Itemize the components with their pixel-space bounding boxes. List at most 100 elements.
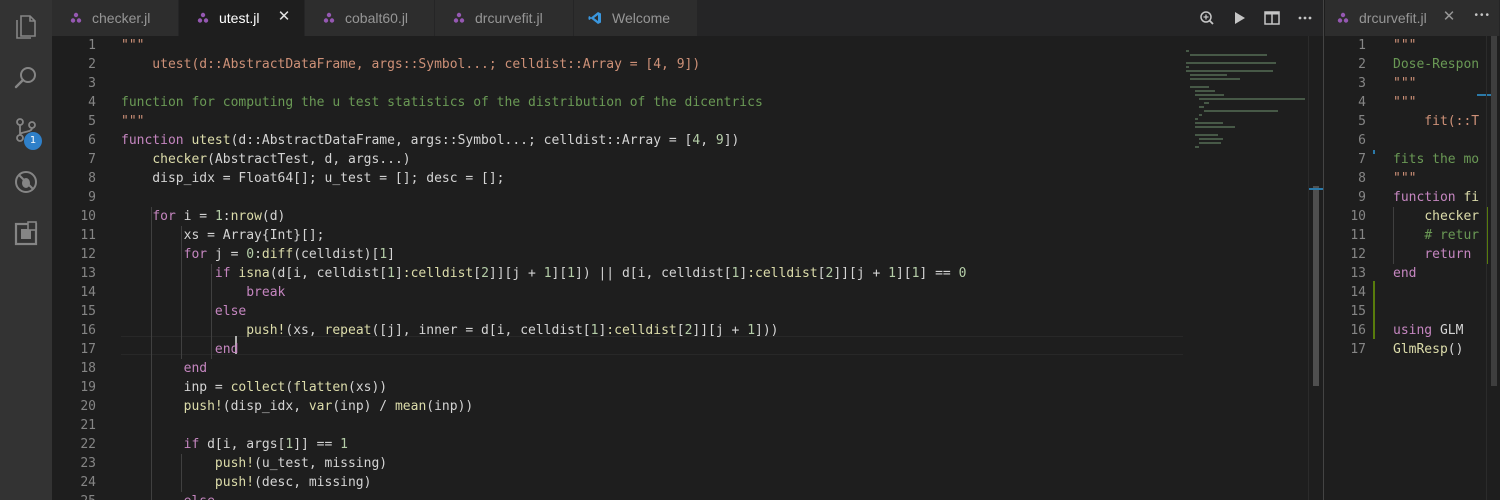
code-token: mean — [394, 399, 427, 414]
line-number: 25 — [52, 492, 96, 500]
code-token: ] — [387, 247, 395, 262]
tab-drcurvefit-side[interactable]: drcurvefit.jl ✕ ••• — [1325, 0, 1500, 36]
added-lines-marker — [1373, 281, 1375, 339]
line-number: 8 — [1325, 169, 1366, 188]
code-token: (celldist)[ — [293, 247, 380, 262]
code-token: ]) || d[i, celldist[ — [575, 266, 732, 281]
code-token: inp = — [121, 380, 231, 395]
code-token: # retur — [1424, 228, 1480, 243]
line-number-text: 15 — [1350, 304, 1366, 319]
code-token: Dose-Respon — [1393, 57, 1480, 72]
code-token: end — [214, 342, 239, 357]
minimap-line — [1194, 134, 1218, 136]
main-editor[interactable]: 1234567891011121314151617181920212223242… — [52, 36, 1324, 500]
run-icon[interactable] — [1222, 0, 1255, 36]
more-actions-icon[interactable] — [1288, 0, 1321, 36]
side-tab-bar: drcurvefit.jl ✕ ••• — [1325, 0, 1500, 36]
line-number-text: 1 — [88, 38, 96, 53]
close-icon[interactable]: ✕ — [276, 9, 292, 25]
code-token: 2 — [481, 266, 489, 281]
tab-cobalt60[interactable]: cobalt60.jl — [305, 0, 435, 36]
scrollbar-thumb[interactable] — [1491, 36, 1497, 386]
vertical-scrollbar[interactable] — [1486, 36, 1500, 500]
code-token: """ — [1393, 76, 1417, 91]
line-number: 1 — [52, 36, 96, 55]
minimap-line — [1194, 94, 1225, 96]
minimap-line — [1199, 138, 1224, 140]
code-area[interactable]: """ utest(d::AbstractDataFrame, args::Sy… — [121, 36, 1231, 500]
line-number: 11 — [1325, 226, 1366, 245]
line-number: 5 — [52, 112, 96, 131]
code-token: (d[i, celldist[ — [269, 266, 388, 281]
line-number: 13 — [1325, 264, 1366, 283]
line-number-text: 23 — [80, 456, 96, 471]
code-token: function — [121, 133, 192, 148]
search-icon[interactable] — [0, 52, 52, 104]
close-icon[interactable]: ✕ — [1441, 9, 1457, 25]
code-token: ]][j + — [692, 323, 748, 338]
code-token: push! — [214, 475, 255, 490]
line-number: 8 — [52, 169, 96, 188]
code-token: (xs)) — [348, 380, 388, 395]
code-line: if isna(d[i, celldist[1]:celldist[2]][j … — [121, 264, 966, 283]
code-area[interactable]: """ Dose-Respon """ """ fit(::T fits the mo "… — [1393, 36, 1500, 500]
scrollbar-thumb[interactable] — [1313, 186, 1319, 386]
code-line: inp = collect(flatten(xs)) — [121, 378, 388, 397]
code-line: end — [121, 359, 207, 378]
line-number: 21 — [52, 416, 96, 435]
line-number-text: 19 — [80, 380, 96, 395]
side-editor[interactable]: 1 2 3 4 5 6 7 8 9 10 11 12 13 14 15 16 17 """ Dose-Respon… — [1325, 36, 1500, 500]
debug-icon[interactable] — [0, 156, 52, 208]
editor-actions — [1189, 0, 1321, 36]
line-number-text: 17 — [1350, 342, 1366, 357]
julia-file-icon — [70, 12, 82, 23]
code-line: push!(xs, repeat([j], inner = d[i, celld… — [121, 321, 778, 340]
source-control-icon[interactable] — [0, 104, 52, 156]
line-number-text: 4 — [1358, 95, 1366, 110]
code-line: for i = 1:nrow(d) — [121, 207, 285, 226]
code-token: : — [254, 247, 262, 262]
line-number-text: 14 — [1350, 285, 1366, 300]
minimap-line — [1194, 90, 1215, 92]
minimap-line — [1194, 146, 1200, 148]
minimap-line — [1203, 102, 1210, 104]
minimap-line — [1190, 74, 1227, 76]
line-number-text: 9 — [88, 190, 96, 205]
code-token: 0 — [246, 247, 255, 262]
code-token: ][ — [551, 266, 568, 281]
tab-welcome[interactable]: Welcome — [574, 0, 698, 36]
minimap-line — [1194, 126, 1236, 128]
line-number-text: 9 — [1358, 190, 1366, 205]
line-number: 16 — [1325, 321, 1366, 340]
minimap-line — [1186, 50, 1190, 52]
minimap[interactable] — [1180, 36, 1308, 500]
code-token: end — [1393, 266, 1417, 281]
minimap-line — [1190, 86, 1210, 88]
line-number-text: 20 — [80, 399, 96, 414]
julia-file-icon — [323, 12, 335, 23]
split-editor-icon[interactable] — [1255, 0, 1288, 36]
open-changes-icon[interactable] — [1189, 0, 1222, 36]
code-token: 9 — [715, 133, 724, 148]
tab-utest[interactable]: utest.jl ✕ — [179, 0, 305, 36]
code-token: 1 — [747, 323, 756, 338]
code-token: (AbstractTest, d, args...) — [207, 152, 411, 167]
line-number: 4 — [1325, 93, 1366, 112]
more-actions-icon[interactable]: ••• — [1474, 10, 1491, 21]
extensions-icon[interactable] — [0, 208, 52, 260]
tab-drcurvefit[interactable]: drcurvefit.jl — [435, 0, 574, 36]
line-number: 13 — [52, 264, 96, 283]
code-token: 1 — [340, 437, 348, 452]
files-icon[interactable] — [0, 0, 52, 52]
tab-checker[interactable]: checker.jl — [52, 0, 179, 36]
code-line: checker(AbstractTest, d, args...) — [121, 150, 411, 169]
line-number-text: 6 — [1358, 133, 1366, 148]
vertical-scrollbar[interactable] — [1308, 36, 1323, 500]
activity-bar: 1 — [0, 0, 52, 500]
line-number: 19 — [52, 378, 96, 397]
source-control-badge: 1 — [24, 132, 42, 150]
line-number: 22 — [52, 435, 96, 454]
code-line: fits the mo — [1393, 150, 1479, 169]
